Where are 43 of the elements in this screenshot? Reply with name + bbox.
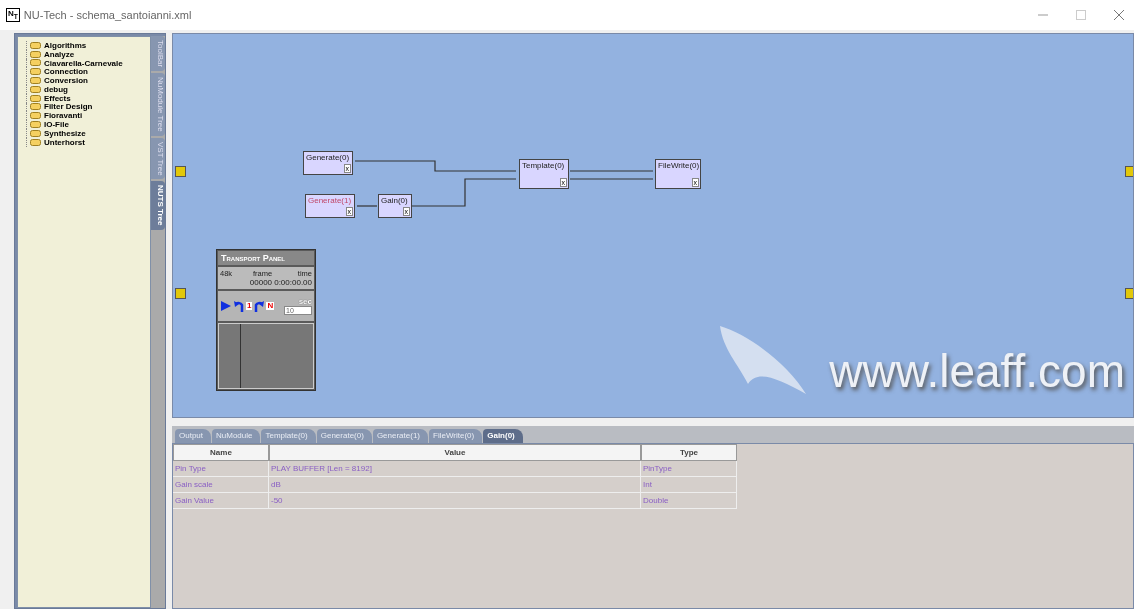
output-pin-icon — [1125, 288, 1133, 299]
tree-item[interactable]: Effects — [26, 93, 150, 103]
input-pin-icon — [175, 288, 186, 299]
loop-icon[interactable] — [254, 299, 265, 313]
sec-label: sec — [298, 297, 312, 306]
table-cell: dB — [269, 477, 641, 493]
time-value: 0:00:00.00 — [273, 278, 312, 287]
tree-item[interactable]: IO-File — [26, 120, 150, 129]
tree-item[interactable]: debug — [26, 85, 150, 94]
loop-icon[interactable] — [234, 299, 244, 313]
tree-item[interactable]: Connection — [26, 67, 150, 77]
table-cell: Double — [641, 493, 737, 509]
frame-value: 00000 — [248, 278, 273, 287]
tree-item[interactable]: Synthesize — [26, 128, 150, 138]
table-cell: Int — [641, 477, 737, 493]
tree-item[interactable]: Fioravanti — [26, 111, 150, 121]
table-cell: Gain Value — [173, 493, 269, 509]
column-header: Name — [173, 444, 269, 461]
table-cell: PLAY BUFFER [Len = 8192] — [269, 461, 641, 477]
column-header: Value — [269, 444, 641, 461]
step-n-label: N — [266, 302, 275, 310]
side-tab[interactable]: NUTS Tree — [151, 181, 165, 230]
tree-item[interactable]: Filter Design — [26, 102, 150, 112]
logo-text: www.leaff.com — [829, 344, 1125, 398]
window-title: NU-Tech - schema_santoianni.xml — [23, 9, 192, 21]
table-cell: PinType — [641, 461, 737, 477]
table-cell: Pin Type — [173, 461, 269, 477]
table-cell: Gain scale — [173, 477, 269, 493]
input-pin-icon — [175, 166, 186, 177]
output-pin-icon — [1125, 166, 1133, 177]
tab[interactable]: Gain(0) — [483, 429, 523, 443]
app-logo: N$_{T}$ — [6, 7, 20, 23]
panel-title: Transport Panel — [218, 251, 314, 265]
play-icon[interactable] — [220, 300, 232, 312]
tree-item[interactable]: Conversion — [26, 76, 150, 85]
column-header: Type — [641, 444, 737, 461]
step-one-label: 1 — [246, 302, 253, 310]
table-cell: -50 — [269, 493, 641, 509]
tree-item[interactable]: Unterhorst — [26, 137, 150, 147]
close-icon[interactable] — [1114, 10, 1124, 20]
tree-item[interactable]: Ciavarella-Carnevale — [26, 58, 150, 68]
tree-item[interactable]: Analyze — [26, 49, 150, 59]
tree-item[interactable]: Algorithms — [26, 41, 150, 50]
